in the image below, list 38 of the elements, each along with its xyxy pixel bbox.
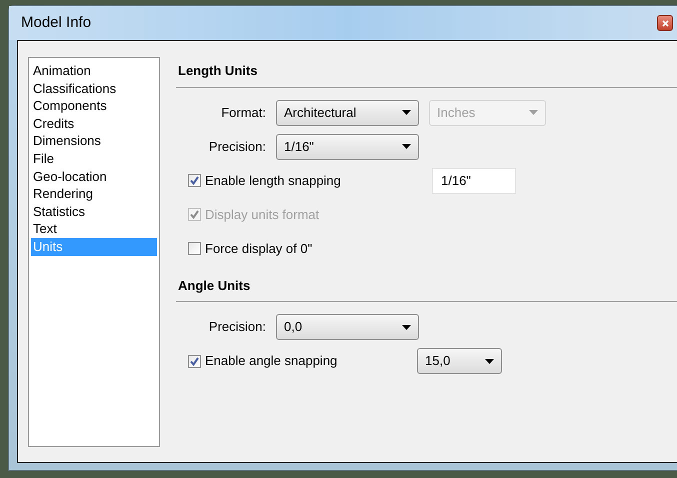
caret-icon: [485, 358, 494, 364]
caret-icon: [402, 324, 411, 330]
window-title: Model Info: [21, 12, 92, 33]
sidebar-item[interactable]: File: [31, 150, 157, 168]
dropdown[interactable]: 15,0: [417, 348, 502, 374]
close-button[interactable]: [657, 15, 673, 31]
checkmark-icon: [190, 210, 199, 219]
sidebar-item[interactable]: Classifications: [31, 80, 157, 98]
caret-icon: [529, 110, 538, 115]
checkbox-label: Enable length snapping: [205, 172, 342, 190]
sidebar-item[interactable]: Credits: [31, 114, 157, 132]
checkbox[interactable]: [188, 242, 201, 255]
sidebar-item[interactable]: Text: [31, 220, 157, 238]
section-title: Length Units: [177, 62, 258, 80]
checkmark-icon: [190, 176, 199, 185]
sidebar-item[interactable]: Geo-location: [31, 168, 157, 186]
sidebar-item[interactable]: Dimensions: [31, 132, 157, 150]
checkbox-label: Display units format: [205, 206, 320, 224]
dropdown[interactable]: 1/16": [276, 134, 419, 160]
caret-icon: [402, 144, 411, 149]
dropdown[interactable]: 0,0: [276, 314, 419, 340]
field-label: Precision:: [208, 318, 266, 336]
checkbox[interactable]: [188, 354, 201, 368]
dropdown[interactable]: Architectural: [276, 100, 419, 126]
caret-icon: [402, 110, 411, 115]
checkbox[interactable]: [188, 174, 201, 187]
sidebar-item[interactable]: Statistics: [31, 202, 157, 220]
sidebar-item[interactable]: Components: [31, 97, 157, 115]
section-title: Angle Units: [177, 276, 252, 295]
checkbox-label: Enable angle snapping: [205, 352, 338, 370]
sidebar-item[interactable]: Animation: [31, 62, 157, 80]
checkbox-label: Force display of 0": [205, 240, 314, 258]
snapping-field[interactable]: 1/16": [432, 168, 516, 194]
sidebar-item[interactable]: Rendering: [31, 185, 157, 203]
field-label: Precision:: [208, 138, 266, 156]
field-label: Format:: [220, 104, 266, 122]
close-icon: [662, 20, 668, 26]
checkmark-icon: [190, 356, 199, 366]
